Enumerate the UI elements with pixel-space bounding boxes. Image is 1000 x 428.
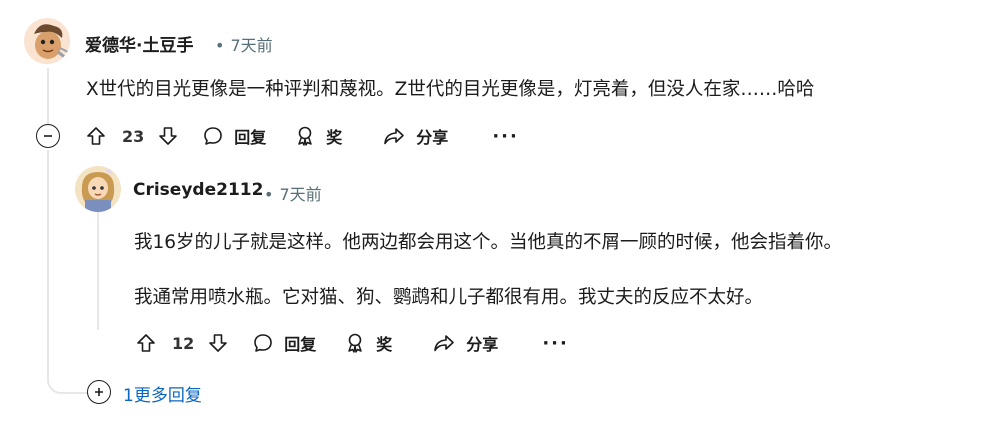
comment-body: X世代的目光更像是一种评判和蔑视。Z世代的目光更像是，灯亮着，但没人在家……哈哈 (86, 79, 815, 100)
more-replies-link[interactable]: 1更多回复 (123, 381, 202, 406)
upvote-arrow-icon (137, 334, 155, 352)
meta-separator: • (264, 185, 274, 204)
comment-author[interactable]: Criseyde2112 (133, 180, 263, 200)
share-arrow-icon (384, 128, 405, 145)
share-button[interactable]: 分享 (382, 118, 448, 154)
comment-author[interactable]: 爱德华·土豆手 (85, 31, 193, 56)
share-arrow-icon (434, 335, 455, 352)
comment-time[interactable]: 7天前 (279, 185, 321, 204)
action-bar: 12 回复 奖 分享 ··· (134, 325, 569, 361)
comment-meta: • 7天前 (209, 32, 273, 56)
vote-count: 12 (172, 333, 195, 353)
award-icon (348, 333, 363, 353)
comment-bubble-icon (254, 334, 273, 352)
avatar[interactable] (24, 18, 70, 64)
comment-bubble-icon (204, 127, 223, 145)
thread-line-main (47, 68, 49, 124)
award-label: 奖 (376, 335, 393, 354)
comment-meta: • 7天前 (258, 181, 322, 205)
avatar-character-icon (75, 166, 121, 212)
thread-line-reply (97, 212, 99, 330)
upvote-button[interactable] (134, 325, 158, 361)
reply-label: 回复 (234, 128, 267, 147)
award-button[interactable]: 奖 (294, 118, 342, 154)
collapse-thread-button[interactable] (36, 124, 60, 148)
reply-label: 回复 (284, 335, 317, 354)
expand-replies-button[interactable] (87, 380, 111, 404)
downvote-arrow-icon (209, 334, 228, 352)
action-bar: 23 回复 奖 分享 ··· (84, 118, 519, 154)
thread-elbow (47, 360, 87, 394)
share-button[interactable]: 分享 (432, 325, 498, 361)
downvote-button[interactable] (156, 118, 180, 154)
comment-body-paragraph: 我通常用喷水瓶。它对猫、狗、鹦鹉和儿子都很有用。我丈夫的反应不太好。 (134, 287, 764, 308)
plus-icon (95, 388, 103, 396)
downvote-button[interactable] (206, 325, 230, 361)
upvote-button[interactable] (84, 118, 108, 154)
share-label: 分享 (416, 128, 449, 147)
reply-button[interactable]: 回复 (202, 118, 266, 154)
vote-count: 23 (122, 126, 145, 146)
upvote-arrow-icon (87, 127, 105, 145)
minus-icon (44, 135, 52, 137)
award-icon (298, 126, 313, 146)
reply-button[interactable]: 回复 (252, 325, 316, 361)
avatar-potato-icon (24, 18, 70, 64)
comment-time[interactable]: 7天前 (230, 36, 272, 55)
comment-body-paragraph: 我16岁的儿子就是这样。他两边都会用这个。当他真的不屑一顾的时候，他会指着你。 (134, 232, 843, 253)
award-label: 奖 (326, 128, 343, 147)
avatar[interactable] (75, 166, 121, 212)
more-options-button[interactable]: ··· (492, 126, 519, 147)
award-button[interactable]: 奖 (344, 325, 392, 361)
thread-line-main-lower (47, 150, 49, 380)
downvote-arrow-icon (159, 127, 178, 145)
more-options-button[interactable]: ··· (542, 333, 569, 354)
meta-separator: • (215, 36, 225, 55)
share-label: 分享 (466, 335, 499, 354)
